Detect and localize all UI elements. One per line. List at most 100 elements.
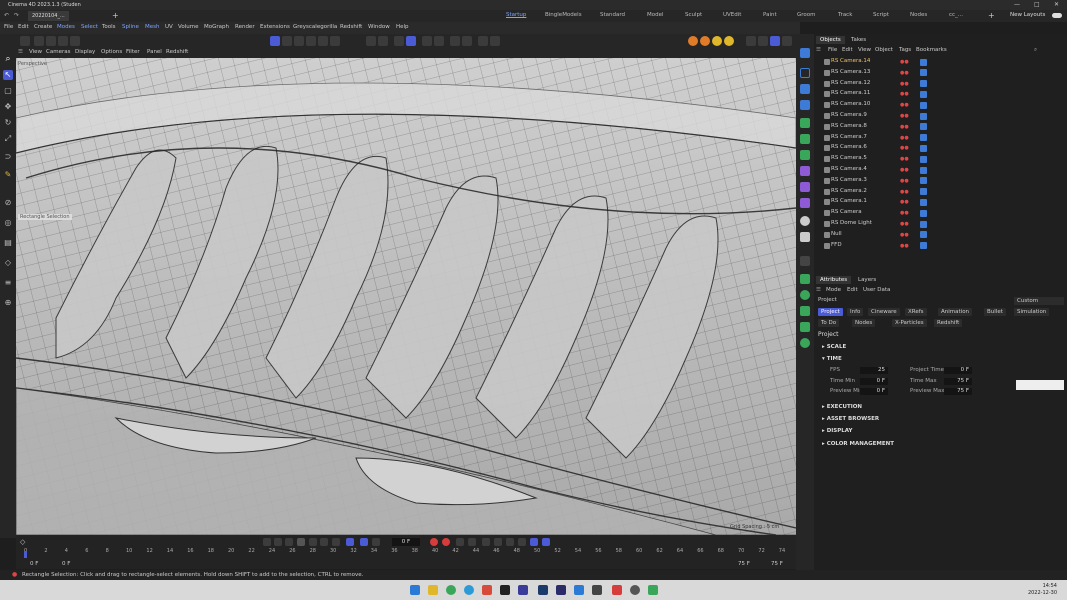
layout-tab-track[interactable]: Track — [838, 12, 852, 18]
subdivision-icon[interactable] — [800, 134, 810, 144]
current-frame-field[interactable]: 0 F — [392, 538, 420, 546]
search-taskbar-icon[interactable] — [630, 585, 640, 595]
tab-attributes[interactable]: Attributes — [816, 276, 852, 284]
object-tag-icon[interactable] — [920, 155, 927, 163]
grid-icon[interactable] — [406, 36, 416, 46]
layout-tab-model[interactable]: Model — [647, 12, 664, 18]
object-row[interactable]: RS Camera.4 ●● — [814, 165, 1067, 176]
object-row[interactable]: RS Camera.8 ●● — [814, 122, 1067, 133]
time-max-field[interactable]: 75 F — [944, 378, 972, 385]
btn-project[interactable]: Project — [818, 308, 843, 316]
redshift-light-icon[interactable] — [800, 290, 810, 300]
layout-tab-binglemodels[interactable]: BingleModels — [545, 12, 582, 18]
move-icon[interactable]: ✥ — [3, 102, 13, 112]
menu-render[interactable]: Render — [235, 24, 255, 30]
visibility-dots-icon[interactable]: ●● — [900, 81, 909, 87]
menu-modes[interactable]: Modes — [57, 24, 75, 30]
render-view-icon[interactable] — [700, 36, 710, 46]
object-row[interactable]: RS Camera.13 ●● — [814, 68, 1067, 79]
text-icon[interactable] — [800, 100, 810, 110]
ime-toolbar[interactable] — [1016, 380, 1064, 390]
loop-icon[interactable] — [346, 538, 354, 546]
redshift-object-icon[interactable] — [800, 306, 810, 316]
soft-select-icon[interactable] — [434, 36, 444, 46]
viewport-menu-display[interactable]: Display — [75, 49, 95, 55]
bevel-icon[interactable]: ◇ — [3, 258, 13, 268]
object-row[interactable]: FFD ●● — [814, 241, 1067, 252]
layout-tab-uvedit[interactable]: UVEdit — [723, 12, 741, 18]
layout-tab-startup[interactable]: Startup — [506, 12, 526, 18]
btn-simulation[interactable]: Simulation — [1014, 308, 1050, 316]
btn-redshift[interactable]: Redshift — [934, 319, 963, 327]
layout-tab-paint[interactable]: Paint — [763, 12, 777, 18]
uv-mode-icon[interactable] — [306, 36, 316, 46]
app-icon-scarlet[interactable] — [612, 585, 622, 595]
section-execution[interactable]: ▸ EXECUTION — [822, 404, 862, 410]
toggle-switch[interactable] — [1052, 13, 1062, 18]
timeline-end-field[interactable]: 75 F — [771, 561, 783, 567]
scale-key-icon[interactable] — [506, 538, 514, 546]
workplane-icon[interactable] — [394, 36, 404, 46]
visibility-dots-icon[interactable]: ●● — [900, 232, 909, 238]
prev-key-icon[interactable] — [274, 538, 282, 546]
object-tag-icon[interactable] — [920, 123, 927, 131]
object-tag-icon[interactable] — [920, 166, 927, 174]
menu-help[interactable]: Help — [396, 24, 409, 30]
app-icon-gray[interactable] — [592, 585, 602, 595]
redshift-tag-icon[interactable] — [800, 322, 810, 332]
next-key-icon[interactable] — [320, 538, 328, 546]
object-tag-icon[interactable] — [920, 69, 927, 77]
snap-icon[interactable] — [366, 36, 376, 46]
object-tag-icon[interactable] — [920, 220, 927, 228]
tab-layers[interactable]: Layers — [854, 276, 880, 284]
objects-menu-object[interactable]: Object — [875, 47, 893, 53]
objects-menu-tags[interactable]: Tags — [899, 47, 911, 53]
objects-menu-icon[interactable]: ☰ — [816, 47, 821, 53]
objects-menu-file[interactable]: File — [828, 47, 837, 53]
object-tag-icon[interactable] — [920, 80, 927, 88]
visibility-dots-icon[interactable]: ●● — [900, 243, 909, 249]
object-tag-icon[interactable] — [920, 101, 927, 109]
minimize-button[interactable]: — — [1014, 1, 1020, 8]
coordinate-system-icon[interactable] — [70, 36, 80, 46]
render-settings-icon[interactable] — [712, 36, 722, 46]
object-row[interactable]: RS Camera.12 ●● — [814, 79, 1067, 90]
btn-info[interactable]: Info — [847, 308, 864, 316]
material-icon[interactable] — [724, 36, 734, 46]
btn-bullet[interactable]: Bullet — [984, 308, 1006, 316]
add-tab-icon[interactable]: + — [112, 11, 119, 20]
objects-menu-bookmarks[interactable]: Bookmarks — [916, 47, 947, 53]
section-time[interactable]: ▾ TIME — [822, 356, 842, 362]
time-min-field[interactable]: 0 F — [860, 378, 888, 385]
visibility-dots-icon[interactable]: ●● — [900, 70, 909, 76]
keyframe-icon[interactable]: ◇ — [20, 538, 25, 546]
polygons-mode-icon[interactable] — [294, 36, 304, 46]
object-tag-icon[interactable] — [920, 112, 927, 120]
preview-max-field[interactable]: 75 F — [944, 388, 972, 395]
view-settings-icon[interactable] — [478, 36, 488, 46]
preset-dropdown[interactable]: Custom — [1014, 297, 1064, 305]
viewport-menu-panel[interactable]: Panel — [147, 49, 162, 55]
menu-extensions[interactable]: Extensions — [260, 24, 290, 30]
timeline-settings-icon[interactable] — [542, 538, 550, 546]
solo-icon[interactable] — [422, 36, 432, 46]
menu-edit[interactable]: Edit — [18, 24, 29, 30]
object-row[interactable]: RS Camera.10 ●● — [814, 100, 1067, 111]
object-row[interactable]: RS Camera.14 ●● — [814, 57, 1067, 68]
menu-file[interactable]: File — [4, 24, 13, 30]
box-icon[interactable] — [800, 84, 810, 94]
preview-min-field[interactable]: 0 F — [860, 388, 888, 395]
new-layouts-button[interactable]: New Layouts — [1010, 12, 1045, 18]
cinema4d-icon[interactable] — [538, 585, 548, 595]
layout-tab-groom[interactable]: Groom — [797, 12, 816, 18]
object-row[interactable]: RS Camera ●● — [814, 208, 1067, 219]
attributes-menu-user-data[interactable]: User Data — [863, 287, 890, 293]
object-tag-icon[interactable] — [920, 134, 927, 142]
loop-icon[interactable]: ◎ — [3, 218, 13, 228]
object-tag-icon[interactable] — [920, 209, 927, 217]
maximize-button[interactable]: □ — [1034, 1, 1040, 8]
magnet-icon[interactable]: ⊃ — [3, 152, 13, 162]
symmetry-icon[interactable] — [450, 36, 460, 46]
objects-menu-view[interactable]: View — [858, 47, 871, 53]
timeline-start-field[interactable]: 0 F — [30, 561, 38, 567]
